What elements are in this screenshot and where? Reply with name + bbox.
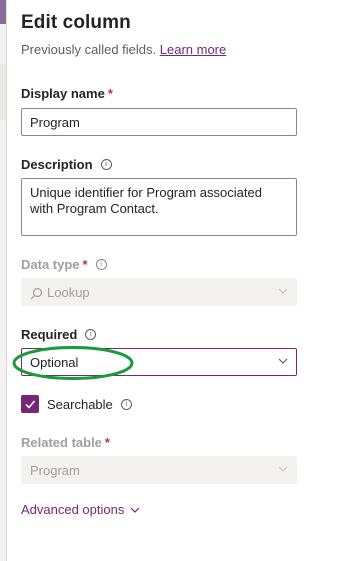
display-name-label: Display name * bbox=[21, 86, 113, 101]
required-marker: * bbox=[107, 86, 113, 101]
related-table-label-text: Related table bbox=[21, 435, 102, 450]
checkmark-icon bbox=[25, 400, 36, 409]
related-table-label: Related table * bbox=[21, 435, 110, 450]
required-label-text: Required bbox=[21, 327, 78, 342]
display-name-label-text: Display name bbox=[21, 86, 105, 101]
learn-more-link[interactable]: Learn more bbox=[160, 42, 226, 57]
edit-column-screen: Edit column Previously called fields. Le… bbox=[0, 0, 337, 561]
data-type-label: Data type * i bbox=[21, 257, 107, 272]
chevron-down-icon bbox=[278, 358, 288, 364]
required-marker: * bbox=[104, 435, 110, 450]
description-textarea[interactable]: Unique identifier for Program associated… bbox=[21, 178, 297, 236]
description-label-text: Description bbox=[21, 157, 93, 172]
related-table-select: Program bbox=[21, 456, 297, 484]
subtitle-text: Previously called fields. bbox=[21, 42, 157, 57]
panel-subtitle: Previously called fields. Learn more bbox=[21, 42, 226, 57]
edit-column-panel: Edit column Previously called fields. Le… bbox=[7, 0, 337, 561]
data-type-value: Lookup bbox=[47, 285, 90, 300]
panel-title: Edit column bbox=[21, 12, 131, 33]
description-label: Description i bbox=[21, 157, 112, 172]
chevron-down-icon bbox=[278, 466, 288, 472]
chevron-down-icon bbox=[130, 507, 140, 513]
background-app-strip bbox=[0, 0, 7, 561]
data-type-select: Lookup bbox=[21, 278, 297, 306]
searchable-label: Searchable bbox=[47, 396, 113, 412]
info-icon[interactable]: i bbox=[100, 159, 112, 170]
search-icon bbox=[30, 287, 43, 300]
info-icon[interactable]: i bbox=[95, 259, 107, 270]
searchable-row: Searchable i bbox=[21, 395, 132, 413]
info-icon[interactable]: i bbox=[85, 329, 97, 340]
info-icon[interactable]: i bbox=[120, 398, 132, 410]
data-type-label-text: Data type bbox=[21, 257, 80, 272]
required-label: Required i bbox=[21, 327, 97, 342]
advanced-options-label: Advanced options bbox=[21, 502, 125, 517]
chevron-down-icon bbox=[278, 288, 288, 294]
related-table-value: Program bbox=[30, 463, 80, 478]
searchable-checkbox[interactable] bbox=[21, 395, 39, 413]
highlight-annotation-oval bbox=[12, 346, 134, 380]
display-name-input[interactable]: Program bbox=[21, 108, 297, 136]
required-marker: * bbox=[82, 257, 88, 272]
advanced-options-toggle[interactable]: Advanced options bbox=[21, 502, 140, 517]
